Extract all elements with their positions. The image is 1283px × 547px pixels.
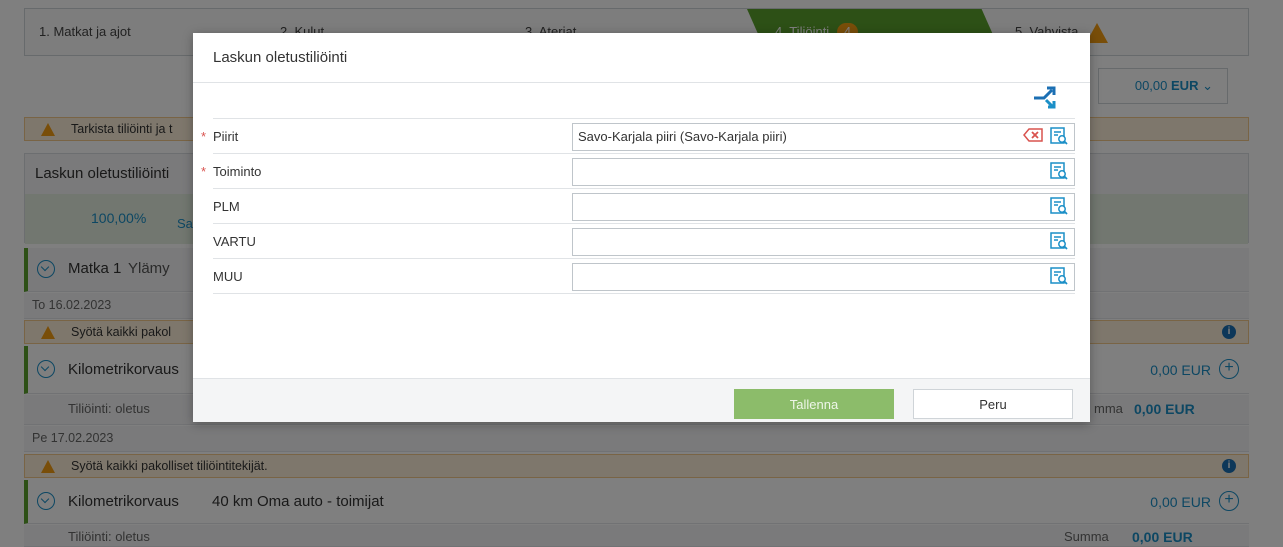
save-button[interactable]: Tallenna [734, 389, 894, 419]
default-accounting-modal: Laskun oletustiliöinti * Piirit Savo-Karj… [193, 33, 1090, 422]
lookup-icon[interactable] [1050, 197, 1068, 215]
field-label-plm: PLM [213, 199, 240, 214]
muu-input[interactable] [572, 263, 1075, 291]
shuffle-icon[interactable] [1032, 83, 1060, 111]
field-row-muu: MUU [213, 259, 1075, 294]
required-marker: * [201, 164, 207, 179]
accounting-form: * Piirit Savo-Karjala piiri (Savo-Karjala… [201, 118, 1075, 294]
field-label-piirit: * Piirit [201, 129, 239, 144]
field-label-vartu: VARTU [213, 234, 256, 249]
required-marker: * [201, 129, 207, 144]
lookup-icon[interactable] [1050, 232, 1068, 250]
field-row-piirit: * Piirit Savo-Karjala piiri (Savo-Karjala… [201, 119, 1075, 154]
field-label-muu: MUU [213, 269, 243, 284]
plm-input[interactable] [572, 193, 1075, 221]
modal-footer: Tallenna Peru [193, 378, 1090, 422]
field-label-toiminto: * Toiminto [201, 164, 262, 179]
vartu-input[interactable] [572, 228, 1075, 256]
modal-title: Laskun oletustiliöinti [193, 33, 1090, 83]
lookup-icon[interactable] [1050, 127, 1068, 145]
field-label-text: Piirit [213, 129, 239, 144]
field-row-plm: PLM [213, 189, 1075, 224]
field-row-toiminto: * Toiminto [201, 154, 1075, 189]
field-label-text: Toiminto [213, 164, 262, 179]
toiminto-input[interactable] [572, 158, 1075, 186]
lookup-icon[interactable] [1050, 267, 1068, 285]
piirit-input[interactable]: Savo-Karjala piiri (Savo-Karjala piiri) [572, 123, 1075, 151]
clear-icon[interactable] [1023, 128, 1043, 142]
lookup-icon[interactable] [1050, 162, 1068, 180]
cancel-button[interactable]: Peru [913, 389, 1073, 419]
field-row-vartu: VARTU [213, 224, 1075, 259]
